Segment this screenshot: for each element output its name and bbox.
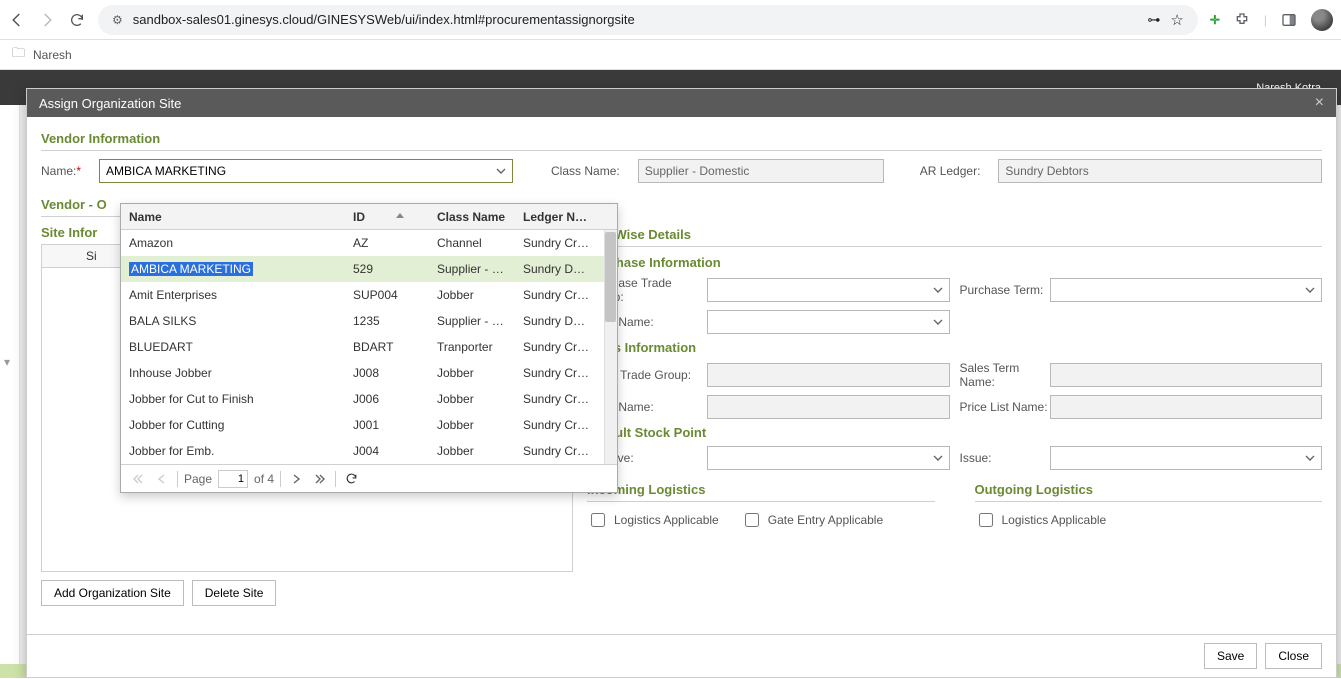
dropdown-row[interactable]: BALA SILKS1235Supplier - Do...Sundry Deb… [121,308,617,334]
bookmark-bar: 🗀 Naresh [0,40,1341,70]
class-name-label: Class Name: [551,164,620,178]
site-wise-title: Site Wise Details [587,227,1322,242]
price-list-name-label: Price List Name: [960,400,1050,414]
logistics-applicable-in[interactable]: Logistics Applicable [587,510,719,530]
modal-footer: Save Close [27,634,1336,677]
refresh-button[interactable] [342,470,360,488]
sales-term-name-label: Sales Term Name: [960,361,1050,389]
class-name-field [638,159,884,183]
col-class[interactable]: Class Name [429,210,515,224]
purchase-term-label: Purchase Term: [960,283,1050,297]
dropdown-row[interactable]: Amit EnterprisesSUP004JobberSundry Credi… [121,282,617,308]
modal-header: Assign Organization Site × [27,89,1336,117]
last-page-button[interactable] [311,470,329,488]
prev-page-button[interactable] [153,470,171,488]
chevron-down-icon[interactable] [927,279,949,301]
save-button[interactable]: Save [1204,643,1257,669]
extensions-icon[interactable] [1234,12,1250,28]
page-label: Page [184,472,212,486]
chevron-down-icon[interactable] [1299,447,1321,469]
form-name-p-combo[interactable] [707,310,950,334]
password-key-icon[interactable]: ⊶ [1147,12,1160,28]
col-name[interactable]: Name [121,210,345,224]
address-bar[interactable]: ⚙ sandbox-sales01.ginesys.cloud/GINESYSW… [98,5,1198,35]
site-info-icon[interactable]: ⚙ [112,13,123,27]
chevron-down-icon[interactable] [490,160,512,182]
divider [975,501,1323,502]
dropdown-row[interactable]: Jobber for Emb.J004JobberSundry Credit..… [121,438,617,464]
sales-info-title: Sales Information [587,340,1322,355]
form-name-s-field [707,395,950,419]
outgoing-log-title: Outgoing Logistics [975,482,1323,497]
new-tab-icon[interactable]: ✛ [1210,13,1220,27]
vendor-name-combo[interactable] [99,159,513,183]
sales-term-name-field [1050,363,1323,387]
page-input[interactable] [218,470,248,488]
dropdown-body: AmazonAZChannelSundry Credit...AMBICA MA… [121,230,617,464]
ar-ledger-label: AR Ledger: [920,164,981,178]
dropdown-row[interactable]: AMBICA MARKETING529Supplier - Do...Sundr… [121,256,617,282]
bookmark-star-icon[interactable]: ☆ [1170,11,1183,29]
issue-label: Issue: [960,451,1050,465]
assign-org-site-modal: Assign Organization Site × Vendor Inform… [26,88,1337,678]
app-sidebar: ▾ [0,105,20,678]
receive-combo[interactable] [707,446,950,470]
scrollbar-thumb[interactable] [605,232,616,322]
col-ledger[interactable]: Ledger Name [515,210,599,224]
dropdown-pager: Page of 4 [121,464,617,492]
modal-title: Assign Organization Site [39,96,181,111]
dropdown-row[interactable]: Jobber for CuttingJ001JobberSundry Credi… [121,412,617,438]
vendor-name-input[interactable] [99,159,513,183]
forward-button[interactable] [38,11,56,29]
divider [587,246,1322,247]
profile-avatar[interactable] [1311,9,1333,31]
issue-combo[interactable] [1050,446,1323,470]
purchase-trade-group-combo[interactable] [707,278,950,302]
logistics-applicable-out[interactable]: Logistics Applicable [975,510,1107,530]
divider [587,501,935,502]
reload-button[interactable] [68,11,86,29]
back-button[interactable] [8,11,26,29]
sort-asc-icon [395,211,405,221]
vendor-info-title: Vendor Information [41,131,1322,146]
chevron-down-icon[interactable] [927,447,949,469]
scrollbar[interactable] [604,230,617,464]
folder-icon: 🗀 [12,44,25,66]
gate-entry-applicable[interactable]: Gate Entry Applicable [741,510,883,530]
purchase-info-title: Purchase Information [587,255,1322,270]
dropdown-row[interactable]: AmazonAZChannelSundry Credit... [121,230,617,256]
dropdown-header: Name ID Class Name Ledger Name [121,204,617,230]
delete-site-button[interactable]: Delete Site [192,580,277,606]
dropdown-row[interactable]: BLUEDARTBDARTTranporterSundry Credit... [121,334,617,360]
name-label: Name:* [41,164,81,178]
ar-ledger-field [998,159,1322,183]
chevron-down-icon[interactable] [927,311,949,333]
browser-toolbar: ⚙ sandbox-sales01.ginesys.cloud/GINESYSW… [0,0,1341,40]
sales-trade-group-field [707,363,950,387]
bookmark-folder[interactable]: Naresh [33,48,72,62]
side-panel-icon[interactable] [1281,12,1297,28]
page-of-label: of 4 [254,472,274,486]
price-list-name-field [1050,395,1323,419]
next-page-button[interactable] [287,470,305,488]
modal-close-icon[interactable]: × [1315,94,1324,112]
incoming-log-title: Incoming Logistics [587,482,935,497]
divider [41,150,1322,151]
vendor-name-dropdown: Name ID Class Name Ledger Name AmazonAZC… [120,203,618,493]
chevron-down-icon: ▾ [4,355,10,369]
dropdown-row[interactable]: Jobber for Cut to FinishJ006JobberSundry… [121,386,617,412]
url-text: sandbox-sales01.ginesys.cloud/GINESYSWeb… [133,12,1138,27]
first-page-button[interactable] [129,470,147,488]
chevron-down-icon[interactable] [1299,279,1321,301]
dropdown-row[interactable]: Inhouse JobberJ008JobberSundry Credit... [121,360,617,386]
purchase-term-combo[interactable] [1050,278,1323,302]
close-button[interactable]: Close [1265,643,1322,669]
col-id[interactable]: ID [345,210,429,224]
add-org-site-button[interactable]: Add Organization Site [41,580,184,606]
default-stock-title: Default Stock Point [587,425,1322,440]
